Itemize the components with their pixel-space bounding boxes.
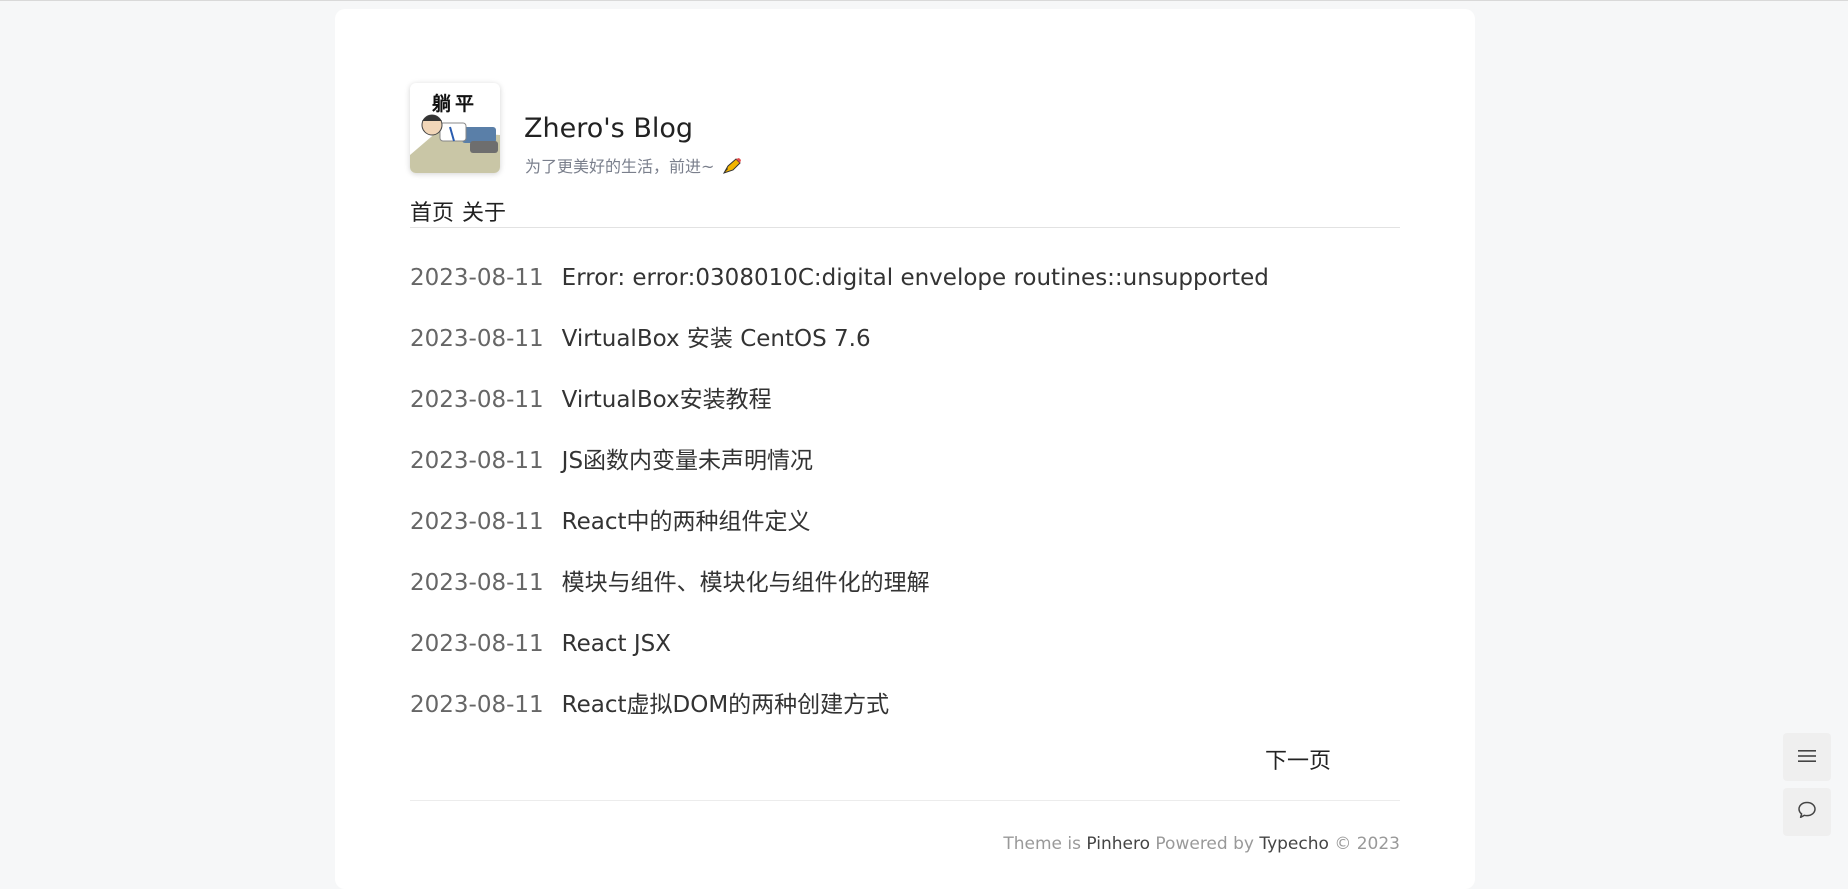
post-title-link[interactable]: VirtualBox 安装 CentOS 7.6 [562,326,871,352]
nav-divider [410,227,1400,228]
post-date: 2023-08-11 [410,570,544,596]
post-title-link[interactable]: React JSX [562,631,671,657]
comment-icon [1797,800,1817,824]
site-description: 为了更美好的生活，前进~ [525,153,742,179]
footer-theme-prefix: Theme is [1003,834,1087,854]
post-title-link[interactable]: JS函数内变量未声明情况 [562,448,813,474]
avatar-illustration [410,114,500,173]
footer-divider [410,800,1400,801]
post-title-link[interactable]: 模块与组件、模块化与组件化的理解 [562,570,930,596]
main-nav: 首页 关于 [410,195,514,227]
post-date: 2023-08-11 [410,448,544,474]
post-title-link[interactable]: React虚拟DOM的两种创建方式 [562,692,890,718]
main-card: 躺平 Zhero's Blog 为了更美好的生活，前进~ 首页 关于 2023-… [335,9,1475,889]
pencil-icon [722,157,742,179]
post-item: 2023-08-11 React JSX [410,625,1400,686]
next-page-link[interactable]: 下一页 [1265,743,1331,775]
footer-typecho-link[interactable]: Typecho [1259,834,1329,854]
nav-home-link[interactable]: 首页 [410,201,454,226]
post-date: 2023-08-11 [410,631,544,657]
post-item: 2023-08-11 VirtualBox安装教程 [410,381,1400,442]
post-title-link[interactable]: Error: error:0308010C:digital envelope r… [562,265,1269,291]
post-item: 2023-08-11 React中的两种组件定义 [410,503,1400,564]
site-description-text: 为了更美好的生活，前进~ [525,157,715,176]
site-footer: Theme is Pinhero Powered by Typecho © 20… [1003,834,1400,854]
post-date: 2023-08-11 [410,509,544,535]
post-title-link[interactable]: VirtualBox安装教程 [562,387,772,413]
post-item: 2023-08-11 React虚拟DOM的两种创建方式 [410,686,1400,747]
footer-copyright: © 2023 [1328,834,1400,854]
site-header: 躺平 Zhero's Blog 为了更美好的生活，前进~ [410,83,1400,176]
avatar[interactable]: 躺平 [410,83,500,173]
post-item: 2023-08-11 JS函数内变量未声明情况 [410,442,1400,503]
menu-button[interactable] [1783,733,1831,781]
post-date: 2023-08-11 [410,265,544,291]
post-list: 2023-08-11 Error: error:0308010C:digital … [410,259,1400,747]
post-item: 2023-08-11 Error: error:0308010C:digital … [410,259,1400,320]
post-date: 2023-08-11 [410,387,544,413]
post-title-link[interactable]: React中的两种组件定义 [562,509,811,535]
nav-about-link[interactable]: 关于 [462,201,506,226]
post-item: 2023-08-11 模块与组件、模块化与组件化的理解 [410,564,1400,625]
menu-icon [1798,748,1816,767]
footer-theme-link[interactable]: Pinhero [1086,834,1150,854]
footer-powered-prefix: Powered by [1150,834,1260,854]
site-title[interactable]: Zhero's Blog [524,113,693,144]
top-border [0,0,1848,1]
post-date: 2023-08-11 [410,326,544,352]
post-item: 2023-08-11 VirtualBox 安装 CentOS 7.6 [410,320,1400,381]
comment-button[interactable] [1783,788,1831,836]
post-date: 2023-08-11 [410,692,544,718]
